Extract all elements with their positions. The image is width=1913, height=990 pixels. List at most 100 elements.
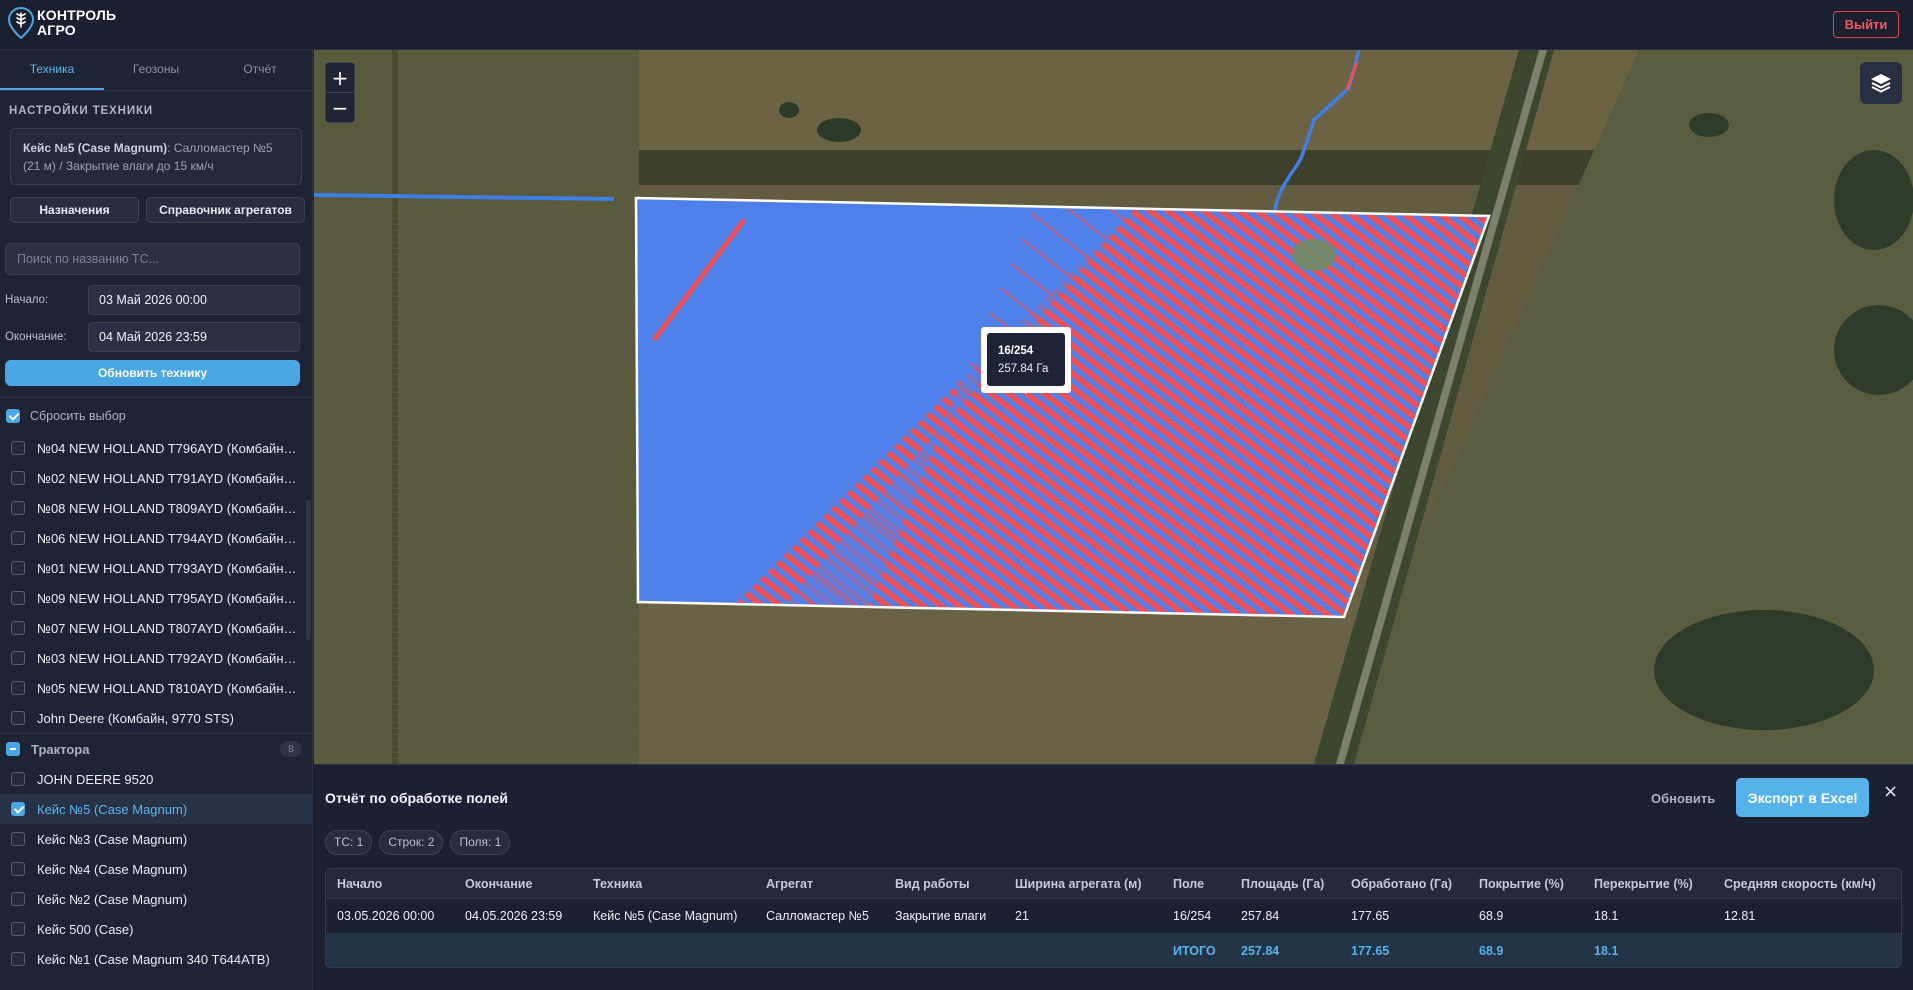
zoom-out-button[interactable]: − bbox=[326, 93, 354, 122]
vehicle-list: №04 NEW HOLLAND T796AYD (Комбайн, 9770 S… bbox=[0, 433, 312, 974]
list-item[interactable]: Кейс №3 (Case Magnum) bbox=[0, 824, 312, 854]
zoom-in-button[interactable]: + bbox=[326, 63, 354, 92]
start-label: Начало: bbox=[5, 294, 49, 306]
list-item-label: №01 NEW HOLLAND T793AYD (Комбайн, 9770 S… bbox=[37, 560, 299, 576]
tab-vehicles[interactable]: Техника bbox=[0, 50, 104, 90]
tab-report[interactable]: Отчёт bbox=[208, 50, 312, 90]
list-item-label: Кейс №5 (Case Magnum) bbox=[37, 801, 188, 817]
checkbox[interactable] bbox=[11, 711, 25, 725]
col-overlap[interactable]: Перекрытие (%) bbox=[1583, 877, 1713, 891]
report-title: Отчёт по обработке полей bbox=[325, 790, 508, 806]
col-vehicle[interactable]: Техника bbox=[582, 877, 755, 891]
list-item[interactable]: №03 NEW HOLLAND T792AYD (Комбайн, 9770 S… bbox=[0, 643, 312, 673]
map-view[interactable]: + − 16/254 257.84 Га bbox=[314, 50, 1913, 764]
cell-aggregate: Салломастер №5 bbox=[766, 909, 869, 923]
total-processed: 177.65 bbox=[1351, 943, 1390, 958]
layers-button[interactable] bbox=[1860, 62, 1902, 104]
export-excel-button[interactable]: Экспорт в Excel bbox=[1736, 778, 1869, 817]
logout-button[interactable]: Выйти bbox=[1833, 11, 1899, 38]
col-work-type[interactable]: Вид работы bbox=[884, 877, 1004, 891]
col-start[interactable]: Начало bbox=[326, 877, 454, 891]
col-coverage[interactable]: Покрытие (%) bbox=[1468, 877, 1583, 891]
checkbox[interactable] bbox=[11, 922, 25, 936]
list-item[interactable]: №07 NEW HOLLAND T807AYD (Комбайн, 9770 S… bbox=[0, 613, 312, 643]
list-item-label: №03 NEW HOLLAND T792AYD (Комбайн, 9770 S… bbox=[37, 650, 299, 666]
reset-selection-checkbox[interactable] bbox=[6, 409, 20, 423]
aggregates-directory-button[interactable]: Справочник агрегатов bbox=[146, 197, 305, 223]
col-avg-speed[interactable]: Средняя скорость (км/ч) bbox=[1713, 877, 1901, 891]
checkbox[interactable] bbox=[11, 621, 25, 635]
checkbox[interactable] bbox=[11, 501, 25, 515]
satellite-map bbox=[314, 50, 1913, 764]
vehicle-info-name: Кейс №5 (Case Magnum) bbox=[23, 141, 168, 155]
col-width[interactable]: Ширина агрегата (м) bbox=[1004, 877, 1162, 891]
cell-field: 16/254 bbox=[1173, 909, 1212, 923]
tooltip-field-id: 16/254 bbox=[998, 345, 1034, 357]
tooltip-field-area: 257.84 Га bbox=[998, 363, 1049, 375]
assignments-button[interactable]: Назначения bbox=[10, 197, 139, 223]
tab-geozones[interactable]: Геозоны bbox=[104, 50, 208, 90]
list-item-label: №06 NEW HOLLAND T794AYD (Комбайн, 9770 S… bbox=[37, 530, 299, 546]
group-tractors[interactable]: Трактора 8 bbox=[0, 733, 312, 764]
group-checkbox[interactable] bbox=[6, 742, 20, 756]
vehicle-search-input[interactable] bbox=[5, 243, 300, 275]
reset-selection-row[interactable]: Сбросить выбор bbox=[0, 403, 312, 429]
checkbox[interactable] bbox=[11, 862, 25, 876]
cell-vehicle: Кейс №5 (Case Magnum) bbox=[593, 909, 738, 923]
list-item[interactable]: Кейс №1 (Case Magnum 340 T644ATB) bbox=[0, 944, 312, 974]
chip-vehicles: ТС: 1 bbox=[325, 830, 373, 855]
list-item[interactable]: №01 NEW HOLLAND T793AYD (Комбайн, 9770 S… bbox=[0, 553, 312, 583]
list-item[interactable]: John Deere (Комбайн, 9770 STS) bbox=[0, 703, 312, 733]
top-bar: КОНТРОЛЬ АГРО Выйти bbox=[0, 0, 1913, 50]
list-item[interactable]: №04 NEW HOLLAND T796AYD (Комбайн, 9770 S… bbox=[0, 433, 312, 463]
logo-line-2: АГРО bbox=[37, 22, 76, 38]
checkbox[interactable] bbox=[11, 441, 25, 455]
list-item[interactable]: №06 NEW HOLLAND T794AYD (Комбайн, 9770 S… bbox=[0, 523, 312, 553]
list-item[interactable]: Кейс 500 (Case) bbox=[0, 914, 312, 944]
start-date-input[interactable] bbox=[88, 285, 300, 315]
list-item[interactable]: №02 NEW HOLLAND T791AYD (Комбайн, 9770 S… bbox=[0, 463, 312, 493]
group-count-badge: 8 bbox=[280, 741, 302, 757]
checkbox[interactable] bbox=[11, 681, 25, 695]
cell-width: 21 bbox=[1015, 909, 1029, 923]
list-item[interactable]: Кейс №4 (Case Magnum) bbox=[0, 854, 312, 884]
checkbox-checked[interactable] bbox=[11, 802, 25, 816]
list-item-label: №04 NEW HOLLAND T796AYD (Комбайн, 9770 S… bbox=[37, 440, 299, 456]
checkbox[interactable] bbox=[11, 651, 25, 665]
checkbox[interactable] bbox=[11, 952, 25, 966]
sidebar-scrollbar[interactable] bbox=[306, 500, 311, 640]
checkbox[interactable] bbox=[11, 772, 25, 786]
end-date-input[interactable] bbox=[88, 322, 300, 352]
total-label: ИТОГО bbox=[1173, 943, 1216, 958]
checkbox[interactable] bbox=[11, 892, 25, 906]
table-row[interactable]: 03.05.2026 00:00 04.05.2026 23:59 Кейс №… bbox=[326, 899, 1901, 934]
location-pin-logo-icon bbox=[8, 7, 34, 39]
col-field[interactable]: Поле bbox=[1162, 877, 1230, 891]
list-item-label: №07 NEW HOLLAND T807AYD (Комбайн, 9770 S… bbox=[37, 620, 299, 636]
list-item[interactable]: №05 NEW HOLLAND T810AYD (Комбайн, 9770 S… bbox=[0, 673, 312, 703]
cell-work-type: Закрытие влаги bbox=[895, 909, 987, 923]
col-aggregate[interactable]: Агрегат bbox=[755, 877, 884, 891]
col-processed[interactable]: Обработано (Га) bbox=[1340, 877, 1468, 891]
checkbox[interactable] bbox=[11, 471, 25, 485]
checkbox[interactable] bbox=[11, 561, 25, 575]
col-area[interactable]: Площадь (Га) bbox=[1230, 877, 1340, 891]
chip-rows: Строк: 2 bbox=[379, 830, 444, 855]
list-item-selected[interactable]: Кейс №5 (Case Magnum) bbox=[0, 794, 312, 824]
vehicle-info-card: Кейс №5 (Case Magnum): Салломастер №5 (2… bbox=[10, 128, 302, 185]
list-item[interactable]: №09 NEW HOLLAND T795AYD (Комбайн, 9770 S… bbox=[0, 583, 312, 613]
checkbox[interactable] bbox=[11, 832, 25, 846]
checkbox[interactable] bbox=[11, 591, 25, 605]
update-vehicles-button[interactable]: Обновить технику bbox=[5, 360, 300, 386]
list-item-label: Кейс №2 (Case Magnum) bbox=[37, 891, 188, 907]
list-item[interactable]: JOHN DEERE 9520 bbox=[0, 764, 312, 794]
list-item[interactable]: Кейс №2 (Case Magnum) bbox=[0, 884, 312, 914]
list-item[interactable]: №08 NEW HOLLAND T809AYD (Комбайн, 9770 S… bbox=[0, 493, 312, 523]
col-end[interactable]: Окончание bbox=[454, 877, 582, 891]
reset-selection-label: Сбросить выбор bbox=[30, 409, 126, 423]
report-refresh-button[interactable]: Обновить bbox=[1651, 791, 1715, 806]
list-item-label: Кейс №3 (Case Magnum) bbox=[37, 831, 188, 847]
checkbox[interactable] bbox=[11, 531, 25, 545]
close-icon[interactable]: × bbox=[1883, 781, 1898, 802]
list-item-label: №09 NEW HOLLAND T795AYD (Комбайн, 9770 S… bbox=[37, 590, 299, 606]
